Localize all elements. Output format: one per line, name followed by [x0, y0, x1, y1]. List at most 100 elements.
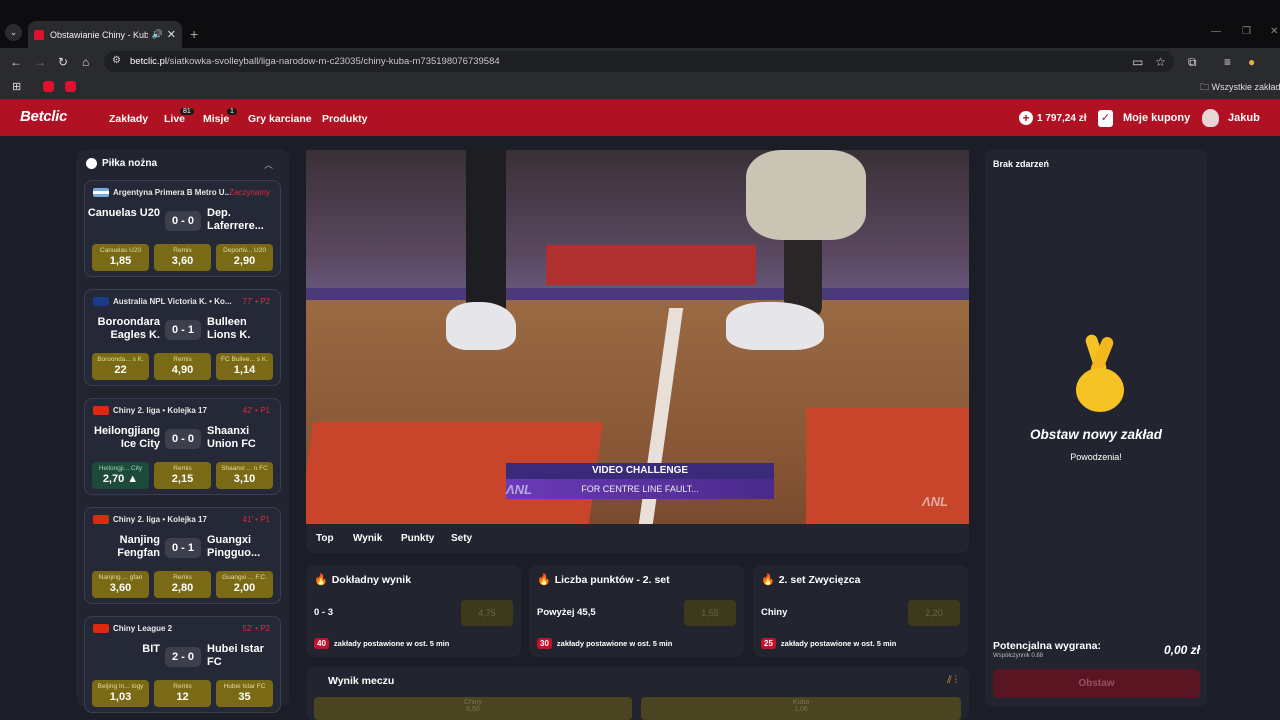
odd-label: Nanjing ... gfan [98, 574, 143, 581]
odd-button-away[interactable]: Deportiv... U20 2,90 [216, 244, 273, 271]
odd-label: Kuba [792, 699, 810, 706]
back-icon[interactable]: ← [10, 55, 22, 69]
sport-header[interactable]: Piłka nożna [86, 158, 157, 169]
browser-tab-active[interactable]: Obstawianie Chiny - Kuba | 🔊 ✕ [28, 21, 182, 48]
event-card[interactable]: Argentyna Primera B Metro U... Zaczynamy… [84, 180, 281, 277]
odd-button-home[interactable]: Beijing In... logy 1,03 [92, 680, 149, 707]
nav-produkty[interactable]: Produkty [322, 113, 368, 125]
away-team: Hubei Istar FC [207, 643, 264, 668]
odd-label: Shaanxi ... n FC [221, 465, 268, 472]
reload-icon[interactable]: ↻ [58, 55, 68, 69]
nav-gry-karciane[interactable]: Gry karciane [248, 113, 312, 125]
maximize-icon[interactable]: ❐ [1242, 26, 1251, 37]
odd-button-draw[interactable]: Remis 12 [154, 680, 211, 707]
tab-top[interactable]: Top [316, 533, 334, 544]
speaker-icon[interactable]: 🔊 [152, 29, 163, 40]
odd-button-home[interactable]: Heilongji... City 2,70 ▲ [92, 462, 149, 489]
argentina-flag-icon [93, 188, 109, 197]
bet-count-text: zakłady postawione w ost. 5 min [780, 639, 897, 648]
url-input[interactable]: betclic.pl/siatkowka-svolleyball/liga-na… [104, 51, 1174, 72]
youtube-bookmark-icon[interactable] [43, 81, 54, 92]
market-selection: 0 - 3 [314, 607, 334, 618]
odd-value: 1,85 [109, 255, 132, 267]
odd-button-away[interactable]: FC Bullee... s K. 1,14 [216, 353, 273, 380]
match-result-title: Wynik meczu [328, 675, 395, 687]
tab-punkty[interactable]: Punkty [401, 533, 434, 544]
coupon-check-icon[interactable]: ✓ [1098, 110, 1113, 127]
odd-button-home[interactable]: Boroonda... s K. 22 [92, 353, 149, 380]
odd-button-home[interactable]: Nanjing ... gfan 3,60 [92, 571, 149, 598]
forward-icon[interactable]: → [34, 55, 46, 69]
market-title: 🔥 Liczba punktów - 2. set [537, 573, 670, 587]
profile-icon[interactable]: ● [1248, 55, 1255, 69]
nav-zaklady[interactable]: Zakłady [109, 113, 148, 125]
chevron-up-icon[interactable]: ︿ [264, 158, 273, 171]
odd-value: 1,03 [109, 691, 132, 703]
league-name: Chiny League 2 [113, 624, 173, 633]
home-icon[interactable]: ⌂ [82, 55, 89, 69]
flame-icon: 🔥 [761, 574, 775, 586]
reading-list-icon[interactable]: ≡ [1224, 55, 1231, 69]
odd-button-away[interactable]: Shaanxi ... n FC 3,10 [216, 462, 273, 489]
event-card[interactable]: Chiny League 2 52' • P2 BIT 2 - 0 Hubei … [84, 616, 281, 713]
odd-label: Hubei Istar FC [223, 683, 266, 690]
vnl-watermark-icon: ɅNL [922, 494, 948, 509]
stats-icon[interactable]: ⫽ ⫶ [947, 675, 957, 686]
event-card[interactable]: Chiny 2. liga • Kolejka 17 41' • P1 Nanj… [84, 507, 281, 604]
home-team: Nanjing Fengfan [117, 534, 160, 559]
player-leg [466, 150, 506, 320]
player-shoe-2 [726, 302, 824, 350]
banner-subtitle: FOR CENTRE LINE FAULT... [506, 479, 774, 499]
all-bookmarks[interactable]: 🗀 Wszystkie zakładki [1200, 80, 1280, 96]
apps-grid-icon[interactable]: ⊞ [12, 80, 21, 93]
my-coupons-link[interactable]: Moje kupony [1123, 112, 1190, 124]
extensions-icon[interactable]: ⧉ [1188, 55, 1197, 70]
event-card[interactable]: Australia NPL Victoria K. • Ko... 77' • … [84, 289, 281, 386]
market-odd-button[interactable]: 4,75 [461, 600, 513, 626]
odd-button-draw[interactable]: Remis 3,60 [154, 244, 211, 271]
market-odd-button[interactable]: 1,55 [684, 600, 736, 626]
market-odd-button[interactable]: 2,20 [908, 600, 960, 626]
tab-search-icon[interactable]: ⌄ [5, 24, 22, 41]
market-card: 🔥 Dokładny wynik 0 - 3 4,75 40 zakłady pos… [306, 565, 521, 657]
star-bookmark-icon[interactable]: ☆ [1155, 55, 1166, 69]
place-bet-button[interactable]: Obstaw [993, 669, 1200, 698]
league-name: Argentyna Primera B Metro U... [113, 188, 232, 197]
odd-button-kuba[interactable]: Kuba 1,06 [641, 697, 961, 720]
tab-sety[interactable]: Sety [451, 533, 472, 544]
youtube-bookmark-icon-2[interactable] [65, 81, 76, 92]
tab-wynik[interactable]: Wynik [353, 533, 382, 544]
username[interactable]: Jakub [1228, 112, 1260, 124]
odd-button-draw[interactable]: Remis 2,15 [154, 462, 211, 489]
minimize-icon[interactable]: — [1211, 26, 1221, 37]
user-avatar-icon[interactable] [1202, 109, 1219, 127]
live-video-stream[interactable]: VIDEO CHALLENGE FOR CENTRE LINE FAULT...… [306, 150, 969, 524]
odd-button-draw[interactable]: Remis 4,90 [154, 353, 211, 380]
odd-value: 2,15 [171, 473, 194, 485]
new-tab-icon[interactable]: + [190, 26, 198, 42]
flame-icon: 🔥 [314, 574, 328, 586]
odd-button-home[interactable]: Canuelas U20 1,85 [92, 244, 149, 271]
deposit-plus-icon[interactable]: + [1019, 111, 1033, 125]
sport-title: Piłka nożna [102, 158, 158, 169]
balance-display[interactable]: +1 797,24 zł [1019, 111, 1086, 125]
event-card[interactable]: Chiny 2. liga • Kolejka 17 42' • P1 Heil… [84, 398, 281, 495]
odd-button-chiny[interactable]: Chiny 6,50 [314, 697, 632, 720]
market-selection: Chiny [761, 607, 788, 618]
china-flag-icon [93, 515, 109, 524]
betclic-logo[interactable]: Betclic [20, 108, 67, 125]
odd-label: Beijing In... logy [97, 683, 144, 690]
close-tab-icon[interactable]: ✕ [167, 28, 176, 41]
market-title-text: Dokładny wynik [331, 573, 412, 586]
odd-button-draw[interactable]: Remis 2,80 [154, 571, 211, 598]
tab-title: Obstawianie Chiny - Kuba | [50, 29, 148, 40]
odd-button-away[interactable]: Hubei Istar FC 35 [216, 680, 273, 707]
odd-button-away[interactable]: Guangxi ... F.C. 2,00 [216, 571, 273, 598]
cast-icon[interactable]: ▭ [1132, 55, 1143, 69]
event-status: Zaczynamy [229, 188, 270, 197]
odd-value: 1,06 [794, 706, 808, 713]
score: 0 - 1 [165, 320, 201, 340]
close-window-icon[interactable]: ✕ [1270, 26, 1278, 37]
nav-misje[interactable]: Misje [203, 113, 229, 125]
site-info-icon[interactable]: ⚙ [112, 55, 121, 66]
